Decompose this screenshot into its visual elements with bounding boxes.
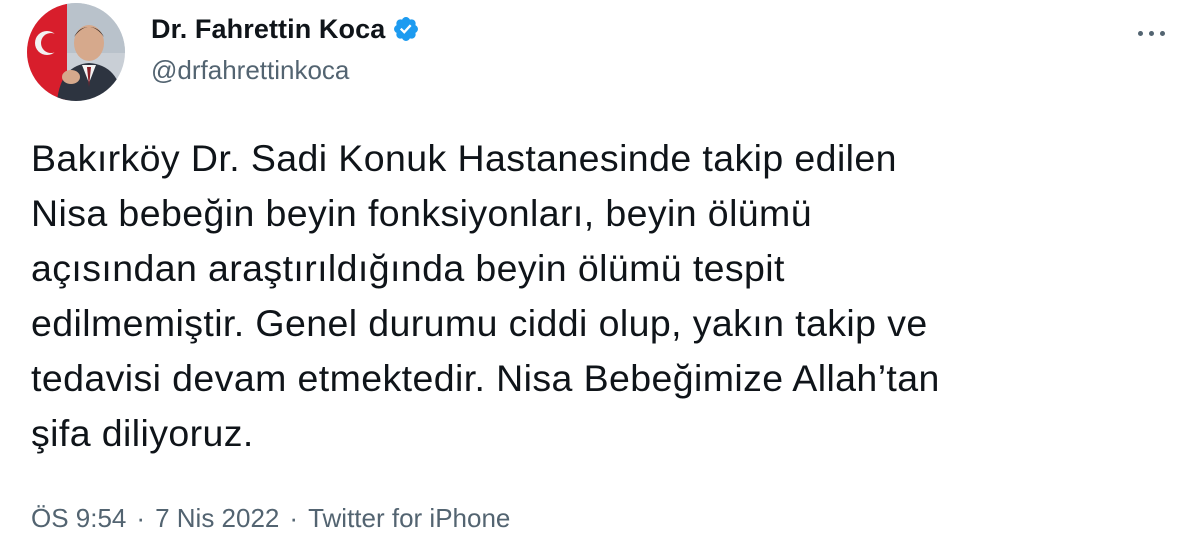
tweet-time-link[interactable]: ÖS 9:54 bbox=[31, 503, 126, 534]
meta-separator: · bbox=[289, 503, 299, 533]
author-name-row: Dr. Fahrettin Koca bbox=[151, 12, 420, 46]
tweet-text-line: Bakırköy Dr. Sadi Konuk Hastanesinde tak… bbox=[31, 137, 897, 179]
more-horizontal-icon[interactable] bbox=[1129, 18, 1173, 48]
verified-badge-icon bbox=[392, 15, 420, 43]
tweet-text-line: şifa diliyoruz. bbox=[31, 412, 254, 454]
more-dot bbox=[1159, 30, 1165, 36]
author-handle[interactable]: @drfahrettinkoca bbox=[151, 55, 349, 86]
tweet-text-line: Nisa bebeğin beyin fonksiyonları, beyin … bbox=[31, 192, 812, 234]
tweet-text-line: tedavisi devam etmektedir. Nisa Bebeğimi… bbox=[31, 357, 940, 399]
author-display-name[interactable]: Dr. Fahrettin Koca bbox=[151, 14, 385, 45]
tweet-card: Dr. Fahrettin Koca @drfahrettinkoca Bakı… bbox=[0, 0, 1200, 550]
tweet-text-line: açısından araştırıldığında beyin ölümü t… bbox=[31, 247, 785, 289]
tweet-text-line: edilmemiştir. Genel durumu ciddi olup, y… bbox=[31, 302, 928, 344]
tweet-date-link[interactable]: 7 Nis 2022 bbox=[155, 503, 279, 534]
tweet-source-link[interactable]: Twitter for iPhone bbox=[308, 503, 510, 534]
tweet-text: Bakırköy Dr. Sadi Konuk Hastanesinde tak… bbox=[31, 131, 1151, 461]
tweet-meta: ÖS 9:54 · 7 Nis 2022 · Twitter for iPhon… bbox=[31, 503, 510, 534]
avatar[interactable] bbox=[27, 3, 125, 101]
more-dot bbox=[1137, 30, 1143, 36]
more-dot bbox=[1148, 30, 1154, 36]
meta-separator: · bbox=[136, 503, 146, 533]
